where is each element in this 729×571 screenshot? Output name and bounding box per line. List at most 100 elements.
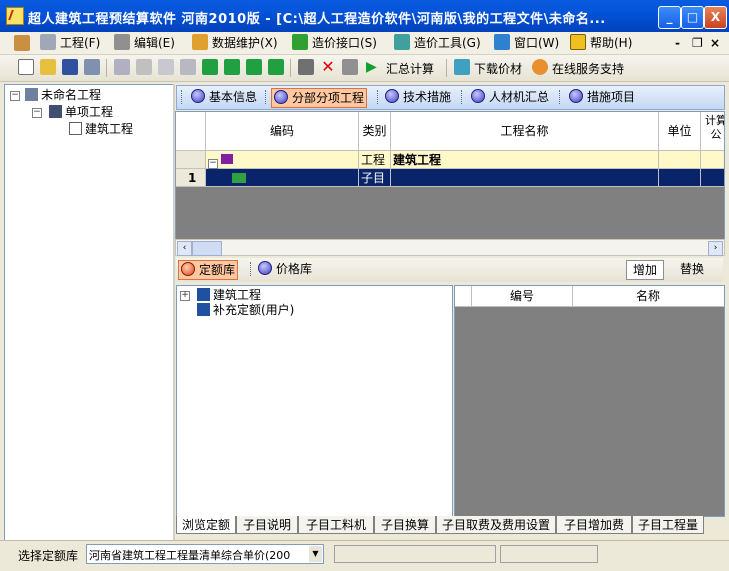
items-grid[interactable]: 编码 类别 工程名称 单位 计算公 − 工程 建筑工程 1 子目 (175, 111, 725, 240)
tab-subitem-works[interactable]: 分部分项工程 (271, 88, 368, 108)
toolbar-separator (290, 59, 291, 77)
title-bar[interactable]: 超人建筑工程预结算软件 河南2010版 - [C:\超人工程造价软件\河南版\我… (0, 0, 729, 32)
toolbar-grip[interactable] (181, 90, 184, 104)
quota-list[interactable]: 编号 名称 (454, 285, 725, 517)
grid-corner (176, 112, 206, 151)
menu-tools[interactable]: 造价工具(G) (394, 34, 481, 52)
cut-icon[interactable] (136, 59, 152, 75)
main-tabs: 基本信息 分部分项工程 技术措施 人材机汇总 措施项目 (176, 85, 725, 110)
table-cell[interactable] (659, 151, 701, 169)
collapse-toggle[interactable]: − (208, 159, 218, 169)
tree-node-building[interactable]: 建筑工程 (197, 287, 261, 303)
undo-icon[interactable] (114, 59, 130, 75)
tab-item-fees[interactable]: 子目取费及费用设置 (436, 516, 556, 534)
tree-node-label: 补充定额(用户) (213, 303, 295, 317)
menu-interface[interactable]: 造价接口(S) (292, 34, 377, 52)
tab-item-conversion[interactable]: 子目换算 (374, 516, 436, 534)
tab-label: 价格库 (276, 262, 313, 276)
menu-data[interactable]: 数据维护(X) (192, 34, 278, 52)
close-button[interactable]: X (704, 6, 727, 29)
menu-label: 工程(F) (60, 36, 101, 50)
column-header-unit[interactable]: 单位 (659, 112, 701, 151)
document-icon (69, 122, 82, 135)
collapse-toggle[interactable]: − (32, 108, 42, 118)
tab-resource-summary[interactable]: 人材机汇总 (469, 88, 551, 106)
mdi-minimize-button[interactable]: - (675, 34, 680, 52)
tab-item-description[interactable]: 子目说明 (236, 516, 298, 534)
project-tree[interactable]: − 未命名工程 − 单项工程 建筑工程 (4, 84, 174, 542)
move-left-icon[interactable] (246, 59, 262, 75)
add-button[interactable]: 增加 (626, 260, 665, 280)
download-button[interactable]: 下载价材 (474, 60, 522, 77)
indent-icon[interactable] (342, 59, 358, 75)
open-folder-icon[interactable] (40, 59, 56, 75)
paste-icon[interactable] (180, 59, 196, 75)
mdi-restore-button[interactable]: ❐ (692, 34, 703, 52)
table-cell[interactable]: 工程 (359, 151, 391, 169)
tab-label: 分部分项工程 (292, 91, 365, 105)
replace-button[interactable]: 替换 (674, 260, 710, 278)
quota-tree[interactable]: + 建筑工程 补充定额(用户) (176, 285, 453, 517)
table-cell[interactable] (701, 169, 724, 187)
delete-icon[interactable]: ✕ (320, 59, 336, 75)
menu-help[interactable]: 帮助(H) (570, 34, 632, 52)
column-header-name[interactable]: 名称 (573, 286, 723, 306)
play-icon[interactable]: ▶ (366, 59, 382, 75)
quota-library-select[interactable]: 河南省建筑工程工程量清单综合单价(200 ▼ (86, 544, 324, 564)
column-header-formula[interactable]: 计算公 (701, 112, 724, 151)
menu-file[interactable]: 工程(F) (40, 34, 100, 52)
tree-node-root[interactable]: 未命名工程 (25, 87, 101, 103)
table-cell[interactable] (701, 151, 724, 169)
tab-browse-quota[interactable]: 浏览定额 (176, 516, 236, 534)
mdi-close-button[interactable]: × (710, 34, 720, 52)
save-icon[interactable] (62, 59, 78, 75)
maximize-button[interactable]: □ (681, 6, 704, 29)
menu-window[interactable]: 窗口(W) (494, 34, 559, 52)
table-cell[interactable]: 子目 (359, 169, 391, 187)
chevron-down-icon[interactable]: ▼ (309, 546, 322, 562)
expand-toggle[interactable]: + (180, 291, 190, 301)
tab-measure-items[interactable]: 措施项目 (567, 88, 637, 106)
table-cell[interactable] (206, 169, 359, 187)
insert-row-icon[interactable] (298, 59, 314, 75)
tree-node-custom[interactable]: 补充定额(用户) (197, 302, 294, 318)
horizontal-scrollbar[interactable]: ‹ › (175, 239, 725, 256)
minimize-button[interactable]: _ (658, 6, 681, 29)
column-header-code[interactable]: 编码 (206, 112, 359, 151)
collapse-toggle[interactable]: − (10, 91, 20, 101)
tree-node-child[interactable]: 单项工程 (49, 104, 113, 120)
tab-item-materials[interactable]: 子目工料机 (298, 516, 374, 534)
move-down-icon[interactable] (224, 59, 240, 75)
download-icon[interactable] (454, 59, 470, 75)
calc-button[interactable]: 汇总计算 (386, 60, 434, 77)
tab-price-library[interactable]: 价格库 (256, 260, 314, 278)
toolbar-separator (106, 59, 107, 77)
tab-quota-library[interactable]: 定额库 (178, 260, 239, 280)
scroll-left-arrow[interactable]: ‹ (177, 241, 192, 256)
move-up-icon[interactable] (202, 59, 218, 75)
support-button[interactable]: 在线服务支持 (552, 60, 624, 77)
table-cell[interactable] (391, 169, 659, 187)
tab-item-surcharge[interactable]: 子目增加费 (556, 516, 632, 534)
tab-item-quantity[interactable]: 子目工程量 (632, 516, 704, 534)
table-cell[interactable]: 建筑工程 (391, 151, 659, 169)
column-header-number[interactable]: 编号 (472, 286, 573, 306)
tab-basic-info[interactable]: 基本信息 (189, 88, 259, 106)
print-icon[interactable] (84, 59, 100, 75)
column-header-type[interactable]: 类别 (359, 112, 391, 151)
scroll-thumb[interactable] (192, 241, 222, 256)
app-menu-icon[interactable] (14, 35, 30, 51)
column-header-name[interactable]: 工程名称 (391, 112, 659, 151)
tree-node-leaf[interactable]: 建筑工程 (69, 121, 133, 137)
tree-node-label: 未命名工程 (41, 88, 102, 102)
new-file-icon[interactable] (18, 59, 34, 75)
scroll-right-arrow[interactable]: › (708, 241, 723, 256)
move-right-icon[interactable] (268, 59, 284, 75)
copy-icon[interactable] (158, 59, 174, 75)
table-cell[interactable]: − (206, 151, 359, 169)
table-cell[interactable] (659, 169, 701, 187)
menu-edit[interactable]: 编辑(E) (114, 34, 175, 52)
support-icon[interactable] (532, 59, 548, 75)
tree-node-label: 建筑工程 (213, 288, 262, 302)
tab-tech-measures[interactable]: 技术措施 (383, 88, 453, 106)
